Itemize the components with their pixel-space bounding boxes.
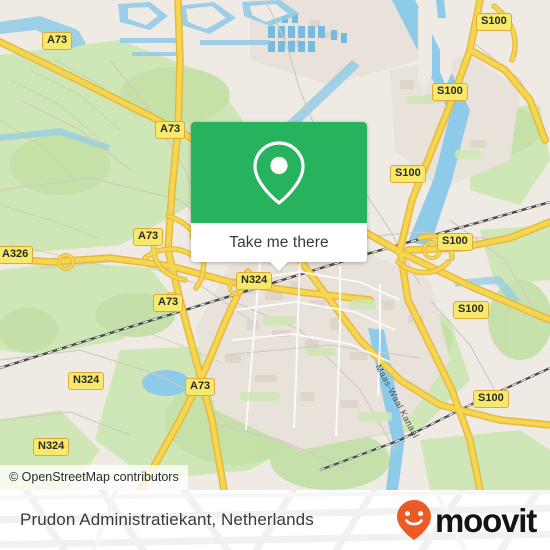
road-shield-s100: S100 [453,301,489,319]
road-shield-s100: S100 [437,233,473,251]
road-shield-s100: S100 [390,165,426,183]
map-pin-icon [253,140,305,205]
popup-pointer-tail [269,261,289,271]
road-shield-s100: S100 [473,390,509,408]
road-shield-a326: A326 [0,246,34,264]
take-me-there-label: Take me there [229,233,329,251]
road-shield-s100: S100 [432,83,468,101]
moovit-brand[interactable]: moovit [395,499,537,541]
place-title: Prudon Administratiekant, Netherlands [20,510,314,529]
road-shield-n324: N324 [33,438,70,456]
road-shield-a73: A73 [153,294,184,312]
footer-bar: Prudon Administratiekant, Netherlands mo… [0,490,550,550]
take-me-there-button[interactable]: Take me there [191,223,367,271]
road-shield-s100: S100 [476,13,512,31]
moovit-location-card: A73 A73 A73 A326 A73 N324 N324 A73 N324 S100 S100 S… [0,0,550,550]
road-shield-n324: N324 [236,272,273,290]
map-attribution[interactable]: © OpenStreetMap contributors [0,465,188,490]
road-shield-a73: A73 [155,121,186,139]
road-shield-a73: A73 [133,228,164,246]
moovit-wordmark: moovit [435,501,537,539]
road-shield-n324: N324 [68,372,105,390]
popup-card-header [191,122,367,223]
moovit-smiley-pin-icon [397,500,432,540]
road-shield-a73: A73 [42,32,73,50]
location-popup-card[interactable]: Take me there [191,122,367,271]
road-shield-a73: A73 [185,378,216,396]
